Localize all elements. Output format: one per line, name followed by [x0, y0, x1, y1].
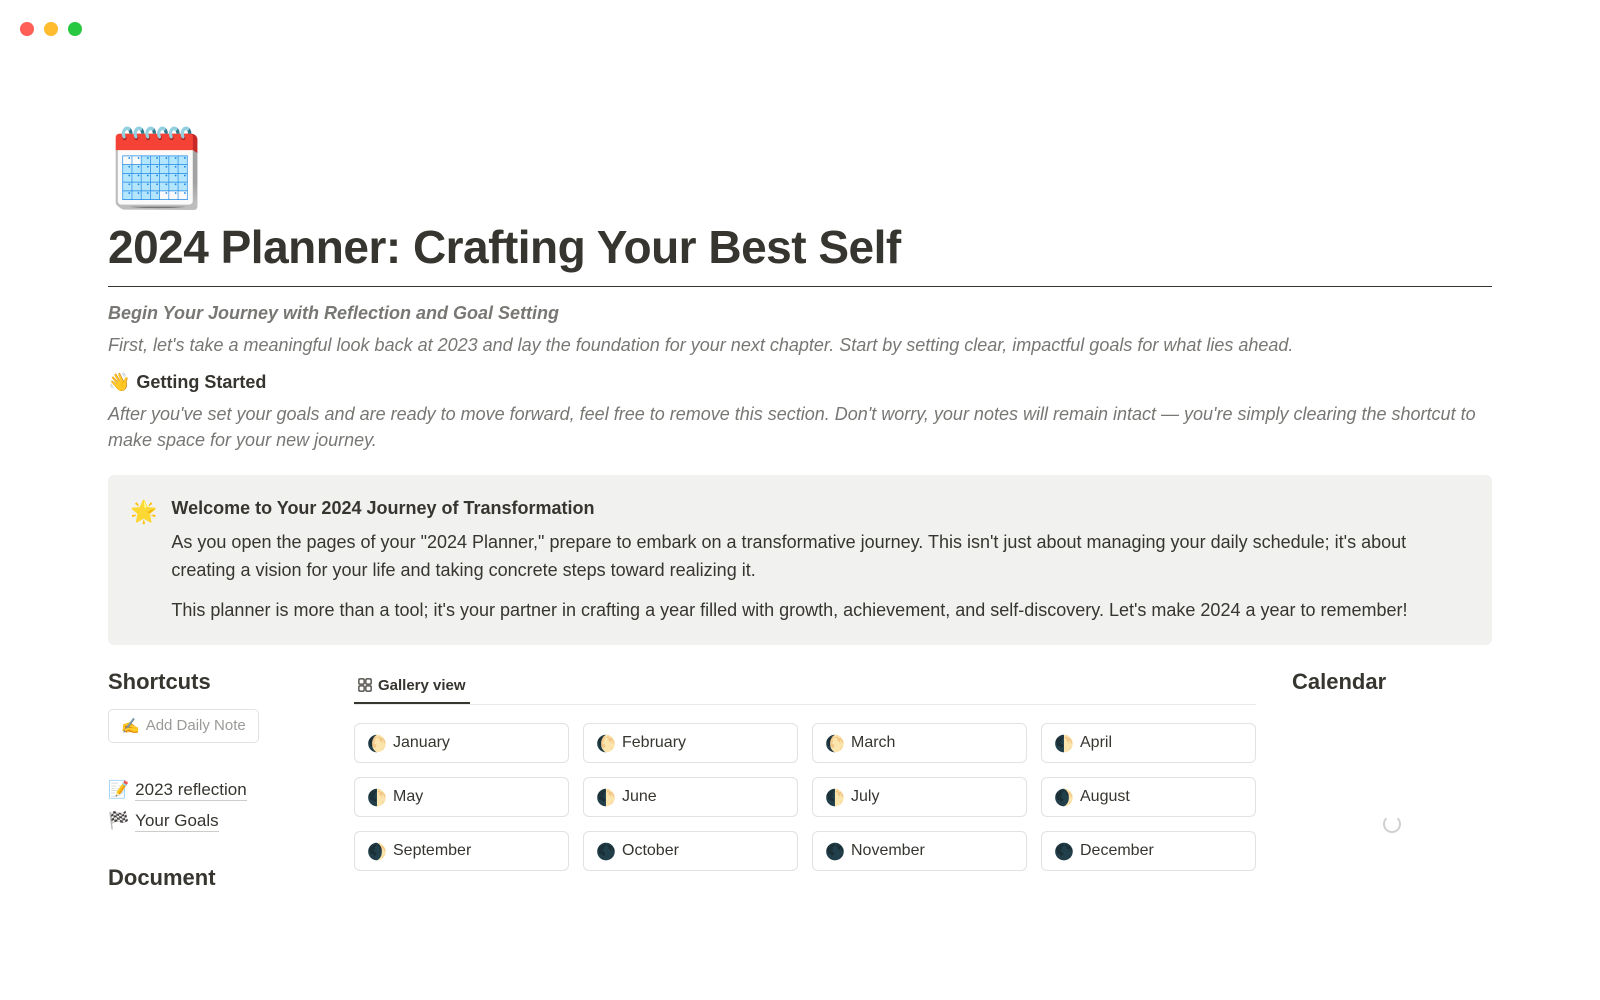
shortcut-link-label: 2023 reflection — [135, 780, 247, 801]
getting-started-heading: 👋 Getting Started — [108, 372, 1492, 393]
gallery-column: Gallery view 🌔 January 🌔 February 🌔 March 🌓 Apr… — [354, 669, 1256, 871]
month-card[interactable]: 🌑 November — [812, 831, 1027, 871]
month-name: August — [1080, 788, 1130, 806]
month-card[interactable]: 🌓 July — [812, 777, 1027, 817]
database-view-tabs: Gallery view — [354, 669, 1256, 705]
shortcut-links: 📝 2023 reflection 🏁 Your Goals — [108, 775, 318, 837]
star-icon: 🌟 — [130, 495, 157, 625]
month-name: March — [851, 734, 895, 752]
month-name: May — [393, 788, 423, 806]
shortcut-link-goals[interactable]: 🏁 Your Goals — [108, 806, 318, 837]
moon-phase-icon: 🌒 — [367, 842, 385, 860]
writing-hand-icon: ✍️ — [121, 717, 140, 735]
getting-started-label: Getting Started — [136, 372, 266, 393]
shortcut-link-reflection[interactable]: 📝 2023 reflection — [108, 775, 318, 806]
month-name: July — [851, 788, 879, 806]
loading-spinner-icon — [1383, 815, 1401, 833]
month-name: November — [851, 842, 925, 860]
moon-phase-icon: 🌔 — [367, 734, 385, 752]
month-name: September — [393, 842, 471, 860]
minimize-window-dot[interactable] — [44, 22, 58, 36]
moon-phase-icon: 🌓 — [1054, 734, 1072, 752]
moon-phase-icon: 🌔 — [825, 734, 843, 752]
zoom-window-dot[interactable] — [68, 22, 82, 36]
month-card[interactable]: 🌑 October — [583, 831, 798, 871]
moon-phase-icon: 🌒 — [1054, 788, 1072, 806]
page-title[interactable]: 2024 Planner: Crafting Your Best Self — [108, 220, 1492, 274]
month-name: October — [622, 842, 679, 860]
month-card[interactable]: 🌓 April — [1041, 723, 1256, 763]
title-divider — [108, 286, 1492, 287]
callout-body: Welcome to Your 2024 Journey of Transfor… — [171, 495, 1470, 625]
moon-phase-icon: 🌓 — [825, 788, 843, 806]
callout-paragraph-2: This planner is more than a tool; it's y… — [171, 597, 1470, 625]
month-card[interactable]: 🌒 September — [354, 831, 569, 871]
month-card[interactable]: 🌔 January — [354, 723, 569, 763]
moon-phase-icon: 🌓 — [596, 788, 614, 806]
month-name: April — [1080, 734, 1112, 752]
moon-phase-icon: 🌑 — [1054, 842, 1072, 860]
after-goals-paragraph: After you've set your goals and are read… — [108, 401, 1492, 453]
month-card[interactable]: 🌑 December — [1041, 831, 1256, 871]
month-card[interactable]: 🌔 February — [583, 723, 798, 763]
calendar-heading: Calendar — [1292, 669, 1492, 695]
wave-icon: 👋 — [108, 372, 130, 393]
callout-paragraph-1: As you open the pages of your "2024 Plan… — [171, 529, 1470, 585]
welcome-callout: 🌟 Welcome to Your 2024 Journey of Transf… — [108, 475, 1492, 645]
window-traffic-lights — [20, 22, 82, 36]
moon-phase-icon: 🌑 — [825, 842, 843, 860]
gallery-view-label: Gallery view — [378, 677, 466, 694]
moon-phase-icon: 🌔 — [596, 734, 614, 752]
month-card[interactable]: 🌔 March — [812, 723, 1027, 763]
month-name: February — [622, 734, 686, 752]
gallery-grid-icon — [358, 678, 372, 692]
month-card[interactable]: 🌓 June — [583, 777, 798, 817]
add-daily-note-button[interactable]: ✍️ Add Daily Note — [108, 709, 259, 743]
flag-icon: 🏁 — [108, 811, 129, 831]
shortcuts-heading: Shortcuts — [108, 669, 318, 695]
months-gallery: 🌔 January 🌔 February 🌔 March 🌓 April 🌓 May 🌓 June 🌓 J… — [354, 723, 1256, 871]
page-content: 🗓️ 2024 Planner: Crafting Your Best Self… — [108, 130, 1492, 905]
gallery-view-tab[interactable]: Gallery view — [354, 669, 470, 704]
month-name: January — [393, 734, 450, 752]
moon-phase-icon: 🌓 — [367, 788, 385, 806]
month-card[interactable]: 🌓 May — [354, 777, 569, 817]
month-name: December — [1080, 842, 1154, 860]
callout-title: Welcome to Your 2024 Journey of Transfor… — [171, 495, 1470, 523]
document-heading: Document — [108, 865, 318, 891]
shortcuts-column: Shortcuts ✍️ Add Daily Note 📝 2023 refle… — [108, 669, 318, 905]
shortcut-link-label: Your Goals — [135, 811, 218, 832]
moon-phase-icon: 🌑 — [596, 842, 614, 860]
month-card[interactable]: 🌒 August — [1041, 777, 1256, 817]
page-emoji-icon[interactable]: 🗓️ — [108, 130, 205, 208]
add-daily-note-label: Add Daily Note — [146, 717, 246, 734]
intro-paragraph: First, let's take a meaningful look back… — [108, 332, 1492, 358]
subtitle: Begin Your Journey with Reflection and G… — [108, 303, 1492, 324]
month-name: June — [622, 788, 657, 806]
calendar-column: Calendar — [1292, 669, 1492, 833]
memo-icon: 📝 — [108, 780, 129, 800]
three-column-layout: Shortcuts ✍️ Add Daily Note 📝 2023 refle… — [108, 669, 1492, 905]
close-window-dot[interactable] — [20, 22, 34, 36]
